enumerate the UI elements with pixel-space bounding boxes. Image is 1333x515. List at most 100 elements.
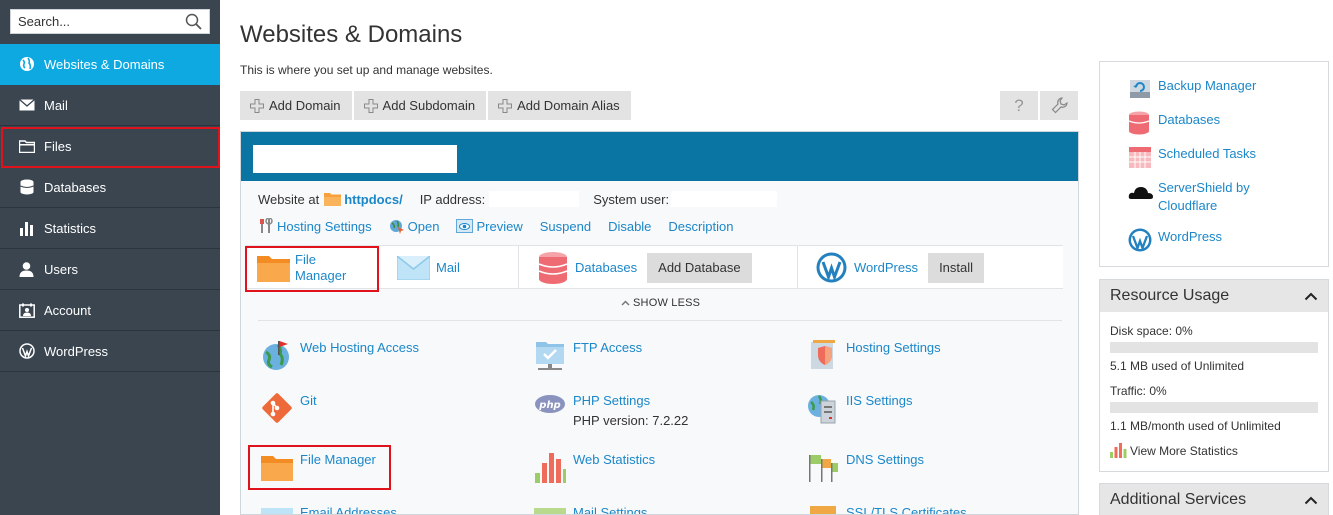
scheduled-tasks-label: Scheduled Tasks — [1158, 146, 1257, 161]
ftp-folder-icon — [536, 342, 564, 370]
sidebar-item-files[interactable]: Files — [0, 126, 220, 168]
tool-hosting-settings[interactable]: Hosting Settings — [807, 339, 941, 371]
add-database-button[interactable]: Add Database — [647, 252, 752, 283]
tool-dns-settings[interactable]: DNS Settings — [807, 451, 924, 483]
disable-link[interactable]: Disable — [608, 219, 651, 234]
add-domain-button[interactable]: Add Domain — [240, 91, 352, 120]
tool-php-settings[interactable]: php PHP Settings PHP version: 7.2.22 — [534, 392, 688, 428]
additional-services-section: Additional Services — [1099, 483, 1329, 515]
system-user-redacted — [671, 191, 778, 207]
globe-flag-icon — [263, 341, 289, 370]
show-less-toggle[interactable]: SHOW LESS — [241, 297, 1078, 309]
mail-settings-icon — [534, 508, 566, 514]
sidebar-item-account[interactable]: Account — [0, 290, 220, 331]
database-icon — [1128, 111, 1150, 135]
add-domain-alias-label: Add Domain Alias — [517, 98, 620, 113]
backup-icon — [1130, 80, 1150, 98]
scheduled-tasks-link[interactable]: Scheduled Tasks — [1128, 145, 1257, 168]
ip-address-label: IP address: — [419, 191, 486, 207]
backup-manager-link[interactable]: Backup Manager — [1128, 77, 1256, 98]
account-icon — [18, 302, 35, 319]
traffic-label: Traffic: 0% — [1110, 384, 1167, 398]
chevron-up-icon — [621, 300, 630, 306]
preview-link[interactable]: Preview — [456, 219, 523, 234]
quick-databases[interactable]: Databases Add Database — [538, 246, 752, 289]
php-settings-label: PHP Settings — [573, 393, 651, 408]
tool-web-hosting-access[interactable]: Web Hosting Access — [261, 339, 419, 371]
add-domain-alias-button[interactable]: Add Domain Alias — [488, 91, 631, 120]
quick-links-box: Backup Manager Databases Scheduled Tasks… — [1099, 61, 1329, 267]
additional-services-title: Additional Services — [1110, 491, 1247, 508]
php-version-text: PHP version: 7.2.22 — [573, 413, 689, 428]
description-link[interactable]: Description — [668, 219, 733, 234]
docroot-link[interactable]: httpdocs/ — [344, 192, 403, 207]
add-subdomain-button[interactable]: Add Subdomain — [353, 91, 487, 120]
wordpress-icon — [18, 343, 35, 360]
servershield-label-line1: ServerShield by — [1158, 180, 1250, 195]
resource-usage-header[interactable]: Resource Usage — [1100, 280, 1328, 312]
hosting-settings-label: Hosting Settings — [277, 218, 372, 234]
wordpress-label: WordPress — [854, 260, 919, 275]
iis-icon — [808, 395, 836, 424]
ip-address-redacted — [489, 191, 580, 207]
plus-icon — [498, 98, 513, 113]
divider — [258, 320, 1062, 321]
servershield-link[interactable]: ServerShield by Cloudflare — [1128, 179, 1250, 215]
databases-label: Databases — [575, 260, 638, 275]
tool-git[interactable]: Git — [261, 392, 317, 424]
servershield-label-line2: Cloudflare — [1158, 198, 1218, 213]
wordpress-right-link[interactable]: WordPress — [1128, 228, 1222, 252]
envelope-icon — [397, 255, 430, 280]
additional-services-header[interactable]: Additional Services — [1100, 484, 1328, 515]
search-icon[interactable] — [185, 13, 202, 30]
eye-icon — [456, 219, 474, 233]
hosting-settings-link[interactable]: Hosting Settings — [258, 218, 372, 234]
tool-ssl-certificates[interactable]: SSL/TLS Certificates — [807, 504, 967, 515]
mail-settings-label: Mail Settings — [573, 505, 648, 515]
suspend-link[interactable]: Suspend — [540, 219, 591, 234]
chevron-up-icon[interactable] — [1304, 292, 1318, 301]
help-icon: ? — [1014, 95, 1024, 115]
install-wordpress-button[interactable]: Install — [928, 252, 985, 283]
sidebar-item-websites-domains[interactable]: Websites & Domains — [0, 44, 220, 85]
bar-chart-icon — [18, 220, 35, 237]
search-input[interactable] — [11, 10, 176, 33]
help-button[interactable]: ? — [1000, 91, 1038, 120]
envelope-icon — [261, 508, 293, 514]
sidebar-item-wordpress[interactable]: WordPress — [0, 331, 220, 372]
cloudflare-icon — [1128, 187, 1153, 199]
tool-mail-settings[interactable]: Mail Settings — [534, 504, 648, 515]
quick-mail[interactable]: Mail — [397, 246, 460, 289]
open-link[interactable]: Open — [389, 218, 440, 234]
sidebar-item-mail[interactable]: Mail — [0, 85, 220, 126]
tool-iis-settings[interactable]: IIS Settings — [807, 392, 912, 424]
tool-ftp-access[interactable]: FTP Access — [534, 339, 642, 371]
email-addresses-label: Email Addresses — [300, 505, 397, 515]
quick-wordpress[interactable]: WordPress Install — [816, 246, 985, 289]
domain-panel-header — [241, 132, 1078, 181]
view-more-statistics-link[interactable]: View More Statistics — [1110, 443, 1238, 458]
hosting-settings-tool-label: Hosting Settings — [846, 340, 941, 355]
web-statistics-label: Web Statistics — [573, 452, 656, 467]
plus-icon — [363, 98, 378, 113]
page-title: Websites & Domains — [240, 21, 463, 48]
statistics-icon — [1110, 443, 1127, 458]
iis-settings-label: IIS Settings — [846, 393, 913, 408]
sidebar-item-databases[interactable]: Databases — [0, 167, 220, 208]
open-label: Open — [407, 218, 440, 234]
tool-web-statistics[interactable]: Web Statistics — [534, 451, 655, 483]
toolbar: Add Domain Add Subdomain Add Domain Alia… — [240, 91, 631, 120]
tool-email-addresses[interactable]: Email Addresses — [261, 504, 397, 515]
sidebar-item-users[interactable]: Users — [0, 249, 220, 290]
settings-wrench-button[interactable] — [1040, 91, 1078, 120]
open-globe-icon — [389, 220, 404, 234]
domain-actions: Hosting Settings Open Preview Suspend Di… — [258, 218, 733, 234]
sidebar-item-statistics[interactable]: Statistics — [0, 208, 220, 249]
ssl-certificates-label: SSL/TLS Certificates — [846, 505, 967, 515]
database-icon — [18, 179, 35, 196]
search-box — [10, 9, 210, 34]
databases-link[interactable]: Databases — [1128, 111, 1220, 135]
chevron-up-icon[interactable] — [1304, 496, 1318, 505]
tools-icon — [260, 218, 273, 233]
view-more-statistics-label: View More Statistics — [1130, 443, 1238, 458]
